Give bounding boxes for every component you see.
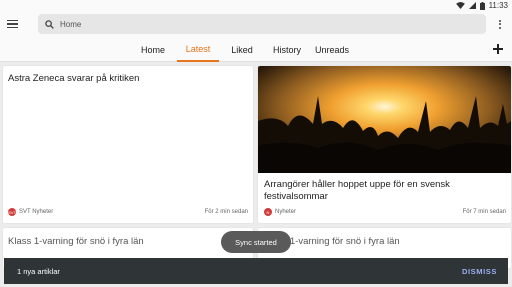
wifi-icon: [455, 2, 465, 9]
tab-unreads[interactable]: Unreads: [314, 38, 350, 62]
tab-history[interactable]: History: [270, 38, 304, 62]
snackbar-message: 1 nya artiklar: [17, 266, 60, 276]
article-source: N Nyheter: [264, 208, 296, 216]
add-icon[interactable]: [493, 44, 503, 54]
signal-icon: [468, 2, 476, 9]
search-bar[interactable]: Home: [38, 14, 486, 34]
search-icon: [45, 19, 54, 29]
tab-latest[interactable]: Latest: [177, 38, 219, 62]
dismiss-button[interactable]: DISMISS: [462, 267, 497, 276]
status-icons: 11:33: [455, 0, 508, 11]
article-time: För 7 min sedan: [462, 209, 506, 215]
source-logo-icon: N: [264, 208, 272, 216]
article-title: Arrangörer håller hoppet uppe för en sve…: [264, 179, 450, 202]
app-bar: Home: [0, 11, 512, 38]
article-time: För 2 min sedan: [204, 209, 248, 215]
hamburger-menu-icon[interactable]: [7, 17, 21, 31]
article-card[interactable]: Arrangörer håller hoppet uppe för en sve…: [258, 66, 511, 223]
article-title: Klass 1-varning för snö i fyra län: [264, 236, 400, 247]
source-name: Nyheter: [275, 209, 297, 215]
article-title: Klass 1-varning för snö i fyra län: [8, 236, 144, 247]
tab-home[interactable]: Home: [138, 38, 168, 62]
search-label: Home: [60, 19, 82, 29]
snackbar: 1 nya artiklar DISMISS: [4, 258, 508, 284]
more-options-icon[interactable]: [496, 17, 504, 31]
source-logo-icon: SVT: [8, 208, 16, 216]
status-bar: 11:33: [0, 0, 512, 11]
status-time: 11:33: [488, 1, 508, 10]
sync-toast: Sync started: [221, 231, 291, 253]
article-image: [258, 66, 511, 173]
article-source: SVT SVT Nyheter: [8, 208, 53, 216]
tab-bar: Home Latest Liked History Unreads: [0, 38, 512, 62]
source-name: SVT Nyheter: [19, 209, 54, 215]
article-title: Astra Zeneca svarar på kritiken: [8, 73, 140, 84]
battery-icon: [479, 1, 485, 10]
article-card[interactable]: Astra Zeneca svarar på kritiken SVT SVT …: [3, 66, 253, 223]
tab-liked[interactable]: Liked: [228, 38, 256, 62]
